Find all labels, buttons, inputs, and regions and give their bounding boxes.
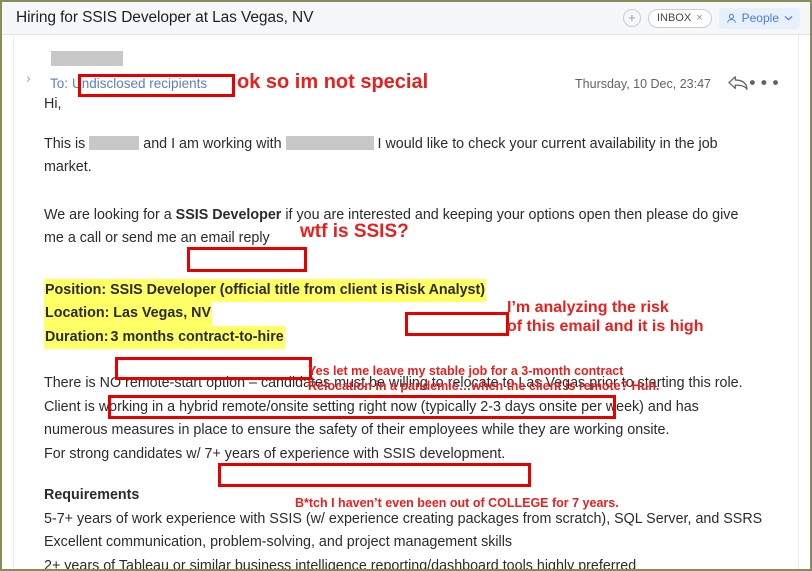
- body-intro-paragraph: This is and I am working with I would li…: [44, 133, 797, 157]
- requirement-item-1: Excellent communication, problem-solving…: [44, 534, 513, 550]
- requirement-item-2: 2+ years of Tableau or similar business …: [44, 557, 637, 571]
- recipients-container: Undisclosed recipients: [70, 76, 209, 91]
- strong-pre-text: For strong candidates w/: [44, 445, 201, 462]
- people-category-chip[interactable]: People: [718, 7, 800, 29]
- sender-redacted-block: [51, 51, 123, 66]
- to-label: To:: [50, 76, 69, 91]
- annotation-stable-job-line1: Yes let me leave my stable job for a 3-m…: [308, 364, 624, 378]
- annotation-college-years: B*tch I haven’t even been out of COLLEGE…: [295, 496, 619, 510]
- message-timestamp: Thursday, 10 Dec, 23:47: [575, 77, 711, 91]
- location-text: Location: Las Vegas, NV: [44, 302, 213, 326]
- body-hybrid-line: Client is working in a hybrid remote/ons…: [44, 398, 699, 415]
- page-title: Hiring for SSIS Developer at Las Vegas, …: [16, 9, 314, 26]
- more-options-icon[interactable]: •••: [747, 76, 782, 93]
- person-icon: [726, 13, 737, 24]
- looking-pre-text: We are looking for a: [44, 206, 172, 223]
- annotation-analyzing-risk-line1: I’m analyzing the risk: [507, 299, 669, 316]
- people-label: People: [741, 11, 779, 25]
- annotation-analyzing-risk: I’m analyzing the risk of this email and…: [507, 299, 703, 337]
- to-line: To: Undisclosed recipients: [50, 76, 209, 91]
- body-looking-line2: me a call or send me an email reply: [44, 230, 270, 246]
- inbox-label-chip[interactable]: INBOX ×: [647, 8, 712, 28]
- inbox-label-text: INBOX: [656, 12, 692, 24]
- looking-role-text: SSIS Developer: [175, 206, 282, 223]
- annotation-stable-job: Yes let me leave my stable job for a 3-m…: [308, 364, 659, 394]
- position-role-text: Risk Analyst): [393, 278, 487, 302]
- email-viewer-window: Hiring for SSIS Developer at Las Vegas, …: [0, 0, 812, 571]
- chevron-down-icon[interactable]: [784, 15, 793, 21]
- position-text: Position: SSIS Developer (official title…: [44, 278, 394, 302]
- duration-label-text: Duration:: [44, 325, 110, 349]
- annotation-not-special: ok so im not special: [237, 71, 429, 93]
- annotation-wtf-ssis: wtf is SSIS?: [300, 221, 409, 242]
- expand-details-caret-icon[interactable]: ›: [26, 73, 31, 86]
- message-content: › To: Undisclosed recipients Thursday, 1…: [15, 35, 797, 571]
- left-rail: [2, 35, 14, 569]
- titlebar: Hiring for SSIS Developer at Las Vegas, …: [2, 2, 810, 35]
- redacted-name-block: [89, 135, 140, 150]
- plus-icon[interactable]: +: [622, 9, 641, 27]
- body-intro-line2: market.: [44, 159, 92, 175]
- recipients-value[interactable]: Undisclosed recipients: [70, 76, 209, 91]
- intro-text-3: I would like to check your current avail…: [377, 135, 718, 152]
- body-hybrid-line2: numerous measures in place to ensure the…: [44, 422, 670, 438]
- remote-pre-text: There is: [44, 375, 96, 391]
- duration-value-text: 3 months contract-to-hire: [109, 325, 285, 349]
- redacted-company-block: [285, 135, 374, 150]
- requirement-item-0: 5-7+ years of work experience with SSIS …: [44, 510, 763, 527]
- annotation-analyzing-risk-line2: of this email and it is high: [507, 317, 704, 335]
- message-pane: › To: Undisclosed recipients Thursday, 1…: [2, 35, 810, 571]
- strong-box-text: 7+ years of experience with SSIS develop…: [204, 445, 506, 462]
- close-icon[interactable]: ×: [696, 12, 702, 24]
- body-strong-line: For strong candidates w/ 7+ years of exp…: [44, 443, 797, 467]
- annotation-stable-job-line2: Relocation in a pandemic…when the client…: [308, 378, 660, 393]
- body-looking-line: We are looking for a SSIS Developer if y…: [44, 204, 797, 228]
- intro-text-1: This is: [44, 135, 86, 152]
- intro-text-2: and I am working with: [143, 135, 282, 152]
- right-rail: [798, 35, 810, 569]
- body-greeting: Hi,: [44, 96, 62, 112]
- titlebar-actions: + INBOX × People: [622, 7, 800, 29]
